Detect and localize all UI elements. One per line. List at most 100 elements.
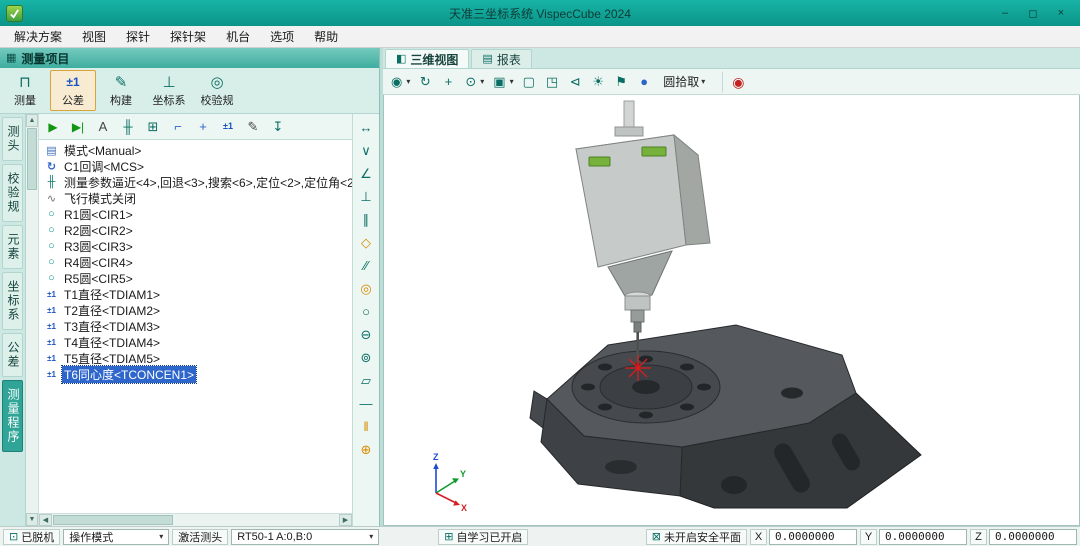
angle-button[interactable]: ∠ — [355, 163, 378, 184]
concentricity-icon: ◎ — [360, 282, 371, 295]
move-point-button[interactable]: + — [191, 116, 215, 138]
tree-item[interactable]: T2直径<TDIAM2> — [41, 302, 352, 318]
label-display-button[interactable]: ⊲ ▾ — [565, 71, 587, 93]
maximize-button[interactable]: ◻ — [1020, 4, 1046, 22]
ribbon-construct[interactable]: ✎ 构建 — [98, 70, 144, 111]
menu-probe-rack[interactable]: 探针架 — [160, 26, 216, 47]
tab-probe[interactable]: 测头 — [2, 117, 23, 161]
scrollbar-track[interactable] — [174, 514, 339, 526]
parallelism-button[interactable]: ∥ — [355, 209, 378, 230]
menu-help[interactable]: 帮助 — [304, 26, 348, 47]
tab-coordinate-system[interactable]: 坐标系 — [2, 272, 23, 330]
active-probe-select[interactable]: RT50-1 A:0,B:0 ▾ — [231, 529, 379, 545]
step-run-button[interactable]: ▶| — [66, 116, 90, 138]
menu-machine[interactable]: 机台 — [216, 26, 260, 47]
run-button[interactable]: ▶ — [41, 116, 65, 138]
circularity-button[interactable]: ○ — [355, 301, 378, 322]
tree-item[interactable]: 飞行模式关闭 — [41, 190, 352, 206]
highlight-button[interactable]: ● ▾ — [634, 71, 656, 93]
ribbon-coordinate-system[interactable]: ⊥ 坐标系 — [146, 70, 192, 111]
runout-button[interactable]: ⊖ — [355, 324, 378, 345]
tree-item[interactable]: R4圆<CIR4> — [41, 254, 352, 270]
menu-options[interactable]: 选项 — [260, 26, 304, 47]
3d-viewport[interactable]: Z Y X — [383, 95, 1080, 526]
operation-mode-select[interactable]: 操作模式 ▾ — [63, 529, 169, 545]
position-button[interactable]: ◇ — [355, 232, 378, 253]
symmetry-button[interactable]: ‖ — [355, 416, 378, 437]
construct-element-button[interactable]: ✎ — [241, 116, 265, 138]
add-tolerance-button[interactable]: ±1 — [216, 116, 240, 138]
scrollbar-track[interactable] — [26, 191, 38, 513]
tab-tolerance[interactable]: 公差 — [2, 333, 23, 377]
rotate-view-button[interactable]: ↻ ▾ — [415, 71, 437, 93]
tree-item[interactable]: R5圆<CIR5> — [41, 270, 352, 286]
view-plane-button[interactable]: ⊙ ▾ — [461, 71, 488, 93]
scroll-up-button[interactable]: ▲ — [26, 114, 38, 127]
tree-item[interactable]: T4直径<TDIAM4> — [41, 334, 352, 350]
tab-report[interactable]: ▤ 报表 — [471, 49, 531, 68]
view-plane-icon: ⊙ — [465, 75, 476, 88]
tree-vertical-scrollbar[interactable]: ▲ ▼ — [26, 114, 39, 526]
ribbon-measure[interactable]: ⊓ 测量 — [2, 70, 48, 111]
tree-item-label: T1直径<TDIAM1> — [62, 286, 162, 303]
ribbon-gauge[interactable]: ◎ 校验规 — [194, 70, 240, 111]
tree-item[interactable]: T6同心度<TCONCEN1> — [41, 366, 352, 382]
cylindricity-button[interactable]: ⊚ — [355, 347, 378, 368]
parameters-button[interactable]: ╫ — [116, 116, 140, 138]
self-learning-label: 自学习已开启 — [456, 529, 522, 545]
scrollbar-thumb[interactable] — [53, 515, 173, 525]
scroll-right-button[interactable]: ▶ — [339, 514, 352, 526]
scrollbar-thumb[interactable] — [27, 128, 37, 190]
distance-button[interactable]: ↔ — [355, 117, 378, 138]
tree-item[interactable]: T3直径<TDIAM3> — [41, 318, 352, 334]
tree-item[interactable]: R1圆<CIR1> — [41, 206, 352, 222]
zoom-window-button[interactable]: ▢ ▾ — [519, 71, 541, 93]
tree-item[interactable]: C1回调<MCS> — [41, 158, 352, 174]
menu-probe[interactable]: 探针 — [116, 26, 160, 47]
left-panel-header: ▦ 测量项目 — [0, 48, 379, 68]
straightness-button[interactable]: — — [355, 393, 378, 414]
perpendicularity-button[interactable]: ⊥ — [355, 186, 378, 207]
step-run-icon: ▶| — [72, 121, 84, 133]
tree-item[interactable]: 测量参数逼近<4>,回退<3>,搜索<6>,定位<2>,定位角<2>,测... — [41, 174, 352, 190]
tree-item[interactable]: R2圆<CIR2> — [41, 222, 352, 238]
light-button[interactable]: ☀ ▾ — [588, 71, 610, 93]
clearance-move-button[interactable]: ⌐ — [166, 116, 190, 138]
view-orientation-button[interactable]: ◉ ▾ — [387, 71, 414, 93]
pan-view-button[interactable]: + ▾ — [438, 71, 460, 93]
category-tabs: 测头 校验规 元素 坐标系 公差 测量程序 — [0, 114, 26, 526]
comment-button[interactable]: A — [91, 116, 115, 138]
emergency-stop-button[interactable]: ◉ ▾ — [722, 71, 750, 93]
tree-item[interactable]: T5直径<TDIAM5> — [41, 350, 352, 366]
menu-solution[interactable]: 解决方案 — [4, 26, 72, 47]
distance-icon: ↔ — [360, 121, 373, 134]
3d-scene[interactable]: Z Y X — [384, 95, 1079, 525]
measure-element-button[interactable]: ⊞ — [141, 116, 165, 138]
menu-view[interactable]: 视图 — [72, 26, 116, 47]
flag-button[interactable]: ⚑ ▾ — [611, 71, 633, 93]
ribbon-tolerance[interactable]: ±1 公差 — [50, 70, 96, 111]
tree-item[interactable]: R3圆<CIR3> — [41, 238, 352, 254]
tree-item[interactable]: 模式<Manual> — [41, 142, 352, 158]
zoom-fit-button[interactable]: ◳ ▾ — [542, 71, 564, 93]
change-probe-button[interactable]: ↧ — [266, 116, 290, 138]
true-position-button[interactable]: ⊕ — [355, 439, 378, 460]
concentricity-button[interactable]: ◎ — [355, 278, 378, 299]
display-style-button[interactable]: ▣ ▾ — [489, 71, 517, 93]
circle-pick-dropdown[interactable]: 圆拾取 ▾ — [657, 71, 709, 93]
scroll-left-button[interactable]: ◀ — [39, 514, 52, 526]
tab-element[interactable]: 元素 — [2, 225, 23, 269]
tree-horizontal-scrollbar[interactable]: ◀ ▶ — [39, 513, 352, 526]
title-bar: 天准三坐标系统 VispecCube 2024 – ◻ × — [0, 0, 1080, 26]
included-angle-button[interactable]: ∨ — [355, 140, 378, 161]
cube-icon: ◧ — [396, 54, 406, 65]
tab-3d-view[interactable]: ◧ 三维视图 — [385, 49, 469, 68]
tree-item[interactable]: T1直径<TDIAM1> — [41, 286, 352, 302]
flatness-button[interactable]: ▱ — [355, 370, 378, 391]
close-button[interactable]: × — [1048, 4, 1074, 22]
tab-gauge[interactable]: 校验规 — [2, 164, 23, 222]
scroll-down-button[interactable]: ▼ — [26, 513, 38, 526]
minimize-button[interactable]: – — [992, 4, 1018, 22]
tab-program[interactable]: 测量程序 — [2, 380, 23, 452]
inclination-button[interactable]: ∕∕ — [355, 255, 378, 276]
